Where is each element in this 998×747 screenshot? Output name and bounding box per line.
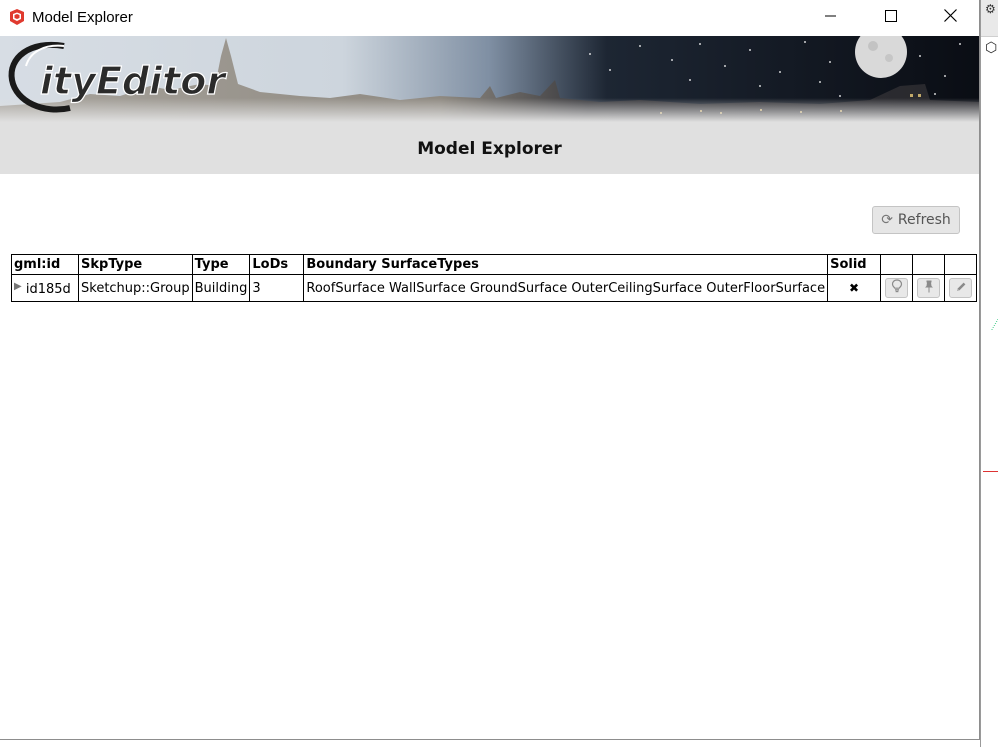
- table-header-row: gml:id SkpType Type LoDs Boundary Surfac…: [11, 254, 978, 275]
- background-tool-icon: ⚙: [985, 2, 996, 16]
- cell-skptype: Sketchup::Group: [78, 274, 193, 302]
- expand-triangle-icon[interactable]: ▶: [14, 281, 22, 292]
- cell-boundary-surface-types: RoofSurface WallSurface GroundSurface Ou…: [303, 274, 829, 302]
- maximize-icon: [885, 10, 897, 22]
- minimize-button[interactable]: [802, 0, 860, 34]
- cell-type: Building: [191, 274, 251, 302]
- cell-lods: 3: [249, 274, 305, 302]
- lightbulb-icon: [891, 279, 902, 293]
- background-application: ⚙ ⬡: [980, 0, 998, 747]
- minimize-icon: [825, 15, 836, 17]
- cell-pin: [912, 274, 946, 302]
- cell-highlight: [880, 274, 914, 302]
- edit-button[interactable]: [949, 278, 973, 298]
- cell-solid: ✖: [827, 274, 882, 302]
- pin-button[interactable]: [917, 278, 941, 298]
- pencil-icon: [956, 282, 965, 291]
- city-skyline-image: ityEditor: [0, 36, 979, 122]
- column-header-lods[interactable]: LoDs: [249, 254, 305, 275]
- close-button[interactable]: [921, 0, 979, 34]
- background-tool-icon: ⬡: [985, 40, 998, 56]
- title-bar[interactable]: Model Explorer: [0, 0, 979, 36]
- refresh-icon: ⟳: [881, 212, 893, 228]
- refresh-button[interactable]: ⟳ Refresh: [872, 206, 960, 234]
- column-header-edit: [944, 254, 978, 275]
- model-explorer-window: Model Explorer ityEditor Model Explorer …: [0, 0, 980, 740]
- column-header-boundary-surface-types[interactable]: Boundary SurfaceTypes: [303, 254, 829, 275]
- column-header-highlight: [880, 254, 914, 275]
- cell-gml-id: ▶ id185d: [11, 274, 79, 302]
- background-axis-line: [983, 471, 998, 472]
- background-guide-line: [981, 310, 998, 330]
- window-title: Model Explorer: [32, 9, 133, 26]
- cityeditor-banner: ityEditor: [0, 36, 979, 122]
- gml-id-value: id185d: [25, 281, 71, 297]
- column-header-pin: [912, 254, 946, 275]
- header-band: Model Explorer: [0, 122, 979, 174]
- pin-icon: [924, 280, 933, 293]
- model-table: gml:id SkpType Type LoDs Boundary Surfac…: [11, 254, 978, 302]
- table-row[interactable]: ▶ id185d Sketchup::Group Building 3 Roof…: [11, 274, 978, 302]
- svg-text:ityEditor: ityEditor: [40, 59, 227, 103]
- column-header-skptype[interactable]: SkpType: [78, 254, 193, 275]
- maximize-button[interactable]: [862, 0, 920, 34]
- column-header-type[interactable]: Type: [191, 254, 251, 275]
- x-mark-icon: ✖: [849, 281, 860, 295]
- page-title: Model Explorer: [417, 139, 562, 159]
- column-header-solid[interactable]: Solid: [827, 254, 882, 275]
- refresh-button-label: Refresh: [897, 212, 951, 228]
- column-header-gml-id[interactable]: gml:id: [11, 254, 79, 275]
- sketchup-icon: [10, 9, 24, 25]
- cell-edit: [944, 274, 978, 302]
- highlight-button[interactable]: [885, 278, 909, 298]
- close-icon: [943, 9, 957, 22]
